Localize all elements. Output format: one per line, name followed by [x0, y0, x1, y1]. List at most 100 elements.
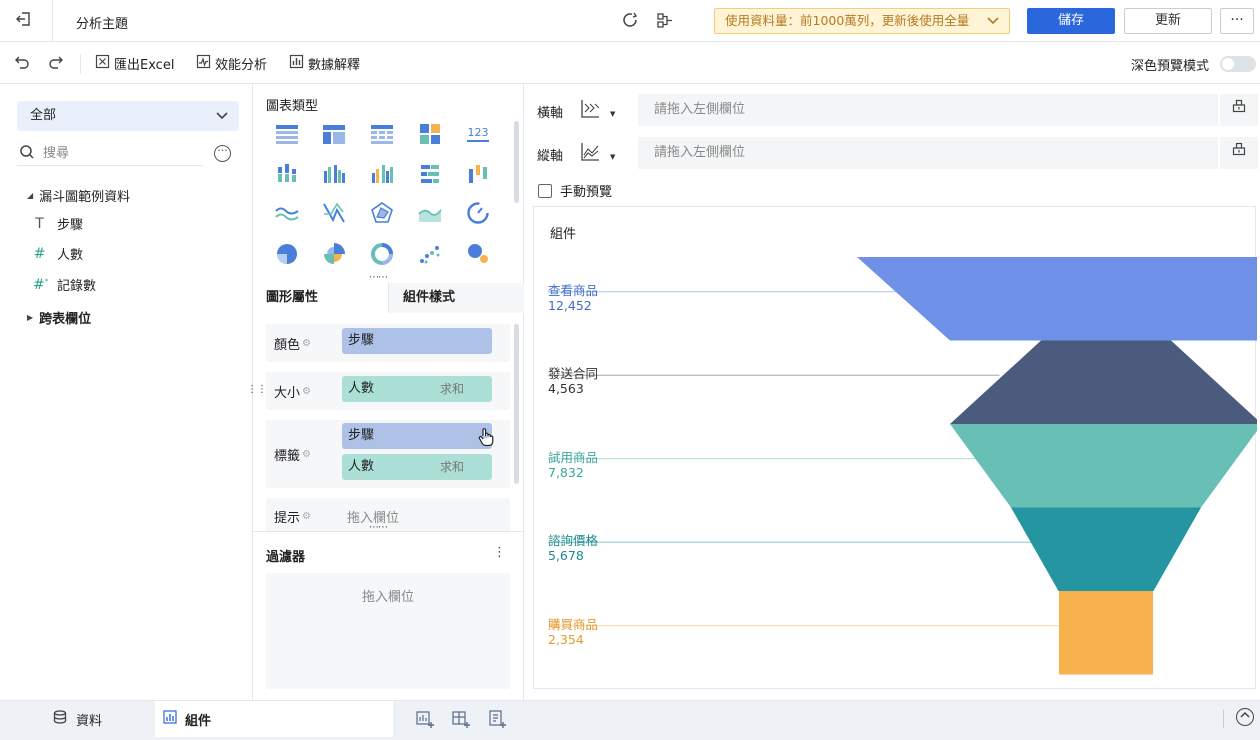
tree-dataset-label: 漏斗圖範例資料: [39, 190, 131, 205]
undo-icon[interactable]: [14, 54, 30, 70]
y-axis-drop-zone[interactable]: 請拖入左側欄位: [638, 137, 1218, 169]
exit-icon[interactable]: [14, 10, 34, 30]
funnel-category-label: 購買商品: [548, 616, 599, 632]
line-chart-icon[interactable]: [274, 200, 300, 226]
grouped-bar-icon[interactable]: [321, 161, 347, 187]
refresh-icon[interactable]: [620, 11, 640, 31]
performance-analysis-button[interactable]: 效能分析: [196, 54, 267, 73]
x-axis-drop-zone[interactable]: 請拖入左側欄位: [638, 94, 1218, 126]
toggle-knob: [1222, 58, 1234, 70]
tab-data-label: 資料: [76, 713, 103, 729]
drag-handle-icon[interactable]: ⋯⋯: [369, 522, 388, 533]
save-button[interactable]: 儲存: [1027, 8, 1115, 34]
tab-component-style[interactable]: 組件樣式: [388, 283, 524, 313]
performance-analysis-label: 效能分析: [215, 58, 268, 73]
field-item[interactable]: #* 記錄數: [33, 275, 96, 295]
more-button[interactable]: ···: [1220, 8, 1254, 34]
dataset-select[interactable]: 全部: [17, 101, 239, 131]
drag-handle-icon[interactable]: ⋯⋯: [369, 272, 388, 283]
field-item[interactable]: # 人數: [33, 244, 83, 264]
update-button[interactable]: 更新: [1124, 8, 1212, 34]
chevron-down-icon: [987, 9, 999, 42]
y-axis-label: 縱軸: [537, 149, 564, 164]
funnel-segment-3[interactable]: [950, 424, 1257, 508]
area-chart-icon[interactable]: [417, 200, 443, 226]
label-field-pill-step[interactable]: 步驟: [342, 423, 494, 449]
y-axis-settings-icon[interactable]: [1220, 137, 1258, 169]
export-excel-button[interactable]: 匯出Excel: [95, 54, 174, 73]
bar-chart-icon: [289, 54, 304, 73]
radar-line-icon[interactable]: [321, 200, 347, 226]
size-field-label: 人數: [348, 381, 375, 396]
color-label-text: 顏色: [274, 338, 301, 353]
label-field-count: 人數: [348, 459, 375, 474]
x-axis-settings-icon[interactable]: [1220, 94, 1258, 126]
gauge-icon[interactable]: [465, 200, 491, 226]
radar-chart-icon[interactable]: [369, 200, 395, 226]
gear-icon[interactable]: ⚙: [302, 338, 311, 349]
horizontal-stacked-bar-icon[interactable]: [417, 161, 443, 187]
funnel-segment-5[interactable]: [1059, 591, 1153, 675]
funnel-category-label: 試用商品: [548, 449, 599, 465]
funnel-value-label: 7,832: [548, 464, 584, 480]
add-story-icon[interactable]: [487, 709, 507, 729]
stacked-bar-icon[interactable]: [274, 161, 300, 187]
donut-chart-icon[interactable]: [369, 241, 395, 267]
data-explain-button[interactable]: 數據解釋: [289, 54, 360, 73]
funnel-segment-1[interactable]: [857, 257, 1257, 341]
kpi-card-icon[interactable]: [417, 121, 443, 147]
more-vertical-icon[interactable]: ⋮: [493, 545, 506, 560]
chart-type-title: 圖表類型: [266, 99, 319, 114]
size-row: 大小 ⚙ 人數 求和: [266, 372, 510, 410]
field-item[interactable]: T 步驟: [33, 214, 83, 234]
x-axis-type-icon[interactable]: [579, 98, 601, 120]
pie-chart-icon[interactable]: [274, 241, 300, 267]
add-dashboard-icon[interactable]: [451, 709, 471, 729]
data-relation-icon[interactable]: [655, 11, 675, 31]
add-component-icon[interactable]: [415, 709, 435, 729]
manual-preview-label: 手動預覽: [560, 185, 613, 200]
bubble-chart-icon[interactable]: [465, 241, 491, 267]
gear-icon[interactable]: ⚙: [302, 449, 311, 460]
caret-down-icon[interactable]: ▼: [610, 153, 615, 161]
number-card-icon[interactable]: 123: [465, 121, 491, 147]
funnel-segment-2[interactable]: [950, 340, 1257, 425]
search-input[interactable]: [43, 142, 193, 164]
gear-icon[interactable]: ⚙: [302, 386, 311, 397]
tab-component[interactable]: 組件: [155, 701, 393, 737]
group-table-icon[interactable]: [321, 121, 347, 147]
label-field-pill-count[interactable]: 人數 求和: [342, 454, 492, 480]
more-options-icon[interactable]: ···: [214, 145, 231, 162]
color-row: 顏色 ⚙ 步驟: [266, 324, 510, 362]
filter-drop-zone[interactable]: 拖入欄位: [266, 573, 510, 689]
range-bar-icon[interactable]: [465, 161, 491, 187]
manual-preview-checkbox[interactable]: 手動預覽: [538, 181, 612, 200]
y-axis-type-icon[interactable]: [579, 141, 601, 163]
property-scrollbar[interactable]: [514, 324, 519, 484]
cross-table-icon[interactable]: [369, 121, 395, 147]
toolbar: 匯出Excel 效能分析 數據解釋 深色預覽模式: [0, 42, 1260, 84]
multi-bar-icon[interactable]: [369, 161, 395, 187]
chart-type-scrollbar[interactable]: [514, 121, 519, 203]
rose-chart-icon[interactable]: [321, 241, 347, 267]
funnel-segment-4[interactable]: [1011, 507, 1201, 592]
chart-canvas: 組件 查看商品 12,452 發送合同 4,563 試用商品 7,832 諮詢價格 5,678…: [533, 206, 1257, 689]
caret-down-icon[interactable]: ▼: [610, 110, 615, 118]
color-label: 顏色 ⚙: [274, 334, 311, 353]
tree-dataset[interactable]: ◢ 漏斗圖範例資料: [27, 186, 130, 205]
color-field-pill[interactable]: 步驟: [342, 328, 492, 354]
panel-resize-handle-icon[interactable]: ⋮⋮: [247, 384, 267, 395]
size-field-pill[interactable]: 人數 求和: [342, 376, 492, 402]
gear-icon[interactable]: ⚙: [302, 511, 311, 522]
tab-graphic-properties[interactable]: 圖形屬性: [253, 283, 388, 313]
dark-mode-toggle[interactable]: [1220, 56, 1256, 72]
funnel-category-label: 查看商品: [548, 282, 599, 298]
tab-data[interactable]: 資料: [52, 701, 102, 737]
chevron-up-icon[interactable]: [1236, 708, 1254, 726]
redo-icon[interactable]: [48, 54, 64, 70]
scatter-chart-icon[interactable]: [417, 241, 443, 267]
tree-cross-table[interactable]: ▶ 跨表欄位: [27, 308, 91, 327]
table-icon[interactable]: [274, 121, 300, 147]
data-usage-dropdown[interactable]: 使用資料量：前1000萬列，更新後使用全量: [714, 8, 1010, 34]
label-aggregation: 求和: [439, 460, 464, 474]
